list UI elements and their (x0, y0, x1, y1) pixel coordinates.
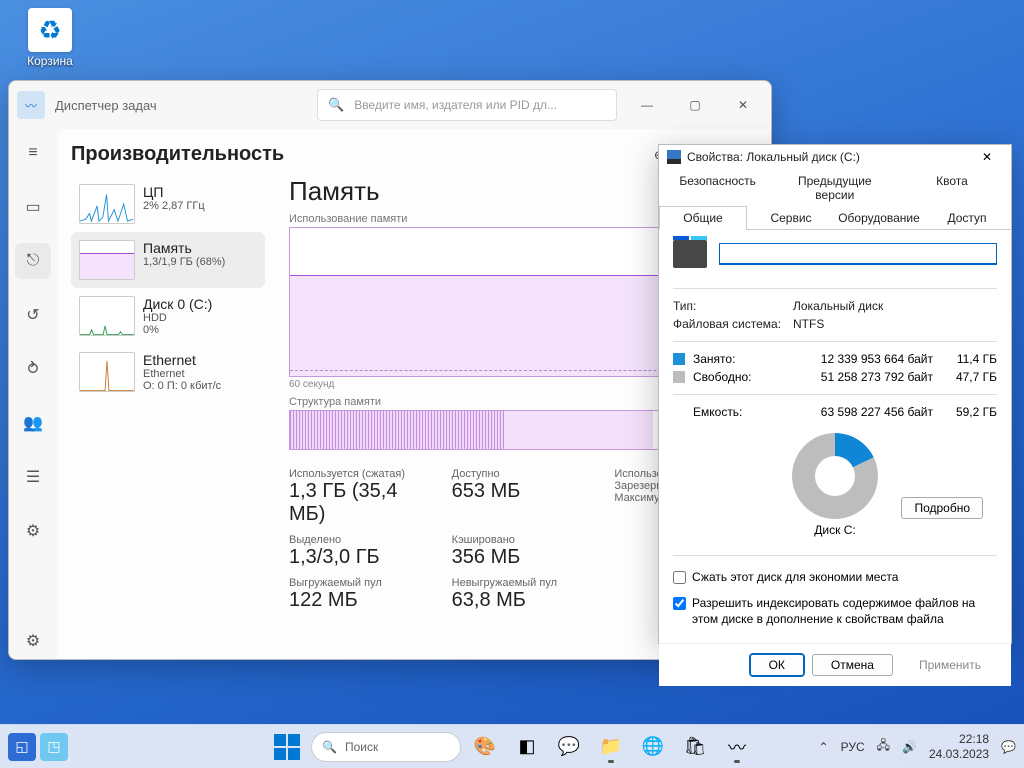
task-view-icon[interactable]: ◧ (509, 729, 545, 765)
ok-button[interactable]: ОК (750, 654, 804, 676)
stat-paged: 122 МБ (289, 589, 432, 612)
tab-security[interactable]: Безопасность (659, 169, 776, 207)
volume-icon[interactable]: 🔊 (902, 740, 917, 754)
network-icon[interactable]: 🖧 (877, 736, 890, 757)
properties-tabs: Безопасность Предыдущие версии Квота Общ… (659, 169, 1011, 230)
task-manager-title: Диспетчер задач (55, 98, 157, 113)
compress-checkbox-row[interactable]: Сжать этот диск для экономии места (673, 569, 997, 585)
used-gb: 11,4 ГБ (941, 352, 997, 366)
tab-general[interactable]: Общие (659, 206, 747, 230)
maximize-button[interactable]: ▢ (675, 89, 715, 121)
widgets-button-2[interactable]: ◳ (40, 733, 68, 761)
pie-label: Диск C: (673, 523, 997, 537)
free-gb: 47,7 ГБ (941, 370, 997, 384)
tab-tools[interactable]: Сервис (747, 206, 835, 230)
page-title: Производительность (71, 143, 284, 166)
drive-icon (667, 150, 681, 164)
recycle-bin-label: Корзина (18, 54, 82, 68)
drive-filesystem: NTFS (793, 317, 824, 331)
taskbar: ◱ ◳ 🔍Поиск 🎨 ◧ 💬 📁 🌐 🛍 〰 ⌃ РУС 🖧 🔊 22:18… (0, 724, 1024, 768)
disk-usage-pie (792, 433, 878, 519)
free-color-swatch (673, 371, 685, 383)
clock[interactable]: 22:18 24.03.2023 (929, 732, 989, 761)
properties-close-button[interactable]: ✕ (971, 145, 1003, 169)
perf-item-disk[interactable]: Диск 0 (C:)HDD0% (71, 288, 265, 344)
settings-icon[interactable]: ⚙ (15, 623, 51, 659)
performance-list: ЦП2% 2,87 ГГц Память1,3/1,9 ГБ (68%) Дис… (71, 176, 271, 659)
search-placeholder: Введите имя, издателя или PID дл... (354, 98, 557, 112)
capacity-gb: 59,2 ГБ (941, 405, 997, 419)
taskmgr-taskbar-icon[interactable]: 〰 (719, 729, 755, 765)
tab-quota[interactable]: Квота (893, 169, 1010, 207)
recycle-bin[interactable]: ♻ Корзина (18, 8, 82, 68)
explorer-icon[interactable]: 📁 (593, 729, 629, 765)
stat-cached: 356 МБ (452, 546, 595, 569)
drive-large-icon (673, 240, 707, 268)
capacity-bytes: 63 598 227 456 байт (781, 405, 933, 419)
index-checkbox-row[interactable]: Разрешить индексировать содержимое файло… (673, 595, 997, 627)
startup-icon[interactable]: ⥁ (15, 351, 51, 387)
task-manager-titlebar: 〰 Диспетчер задач 🔍 Введите имя, издател… (9, 81, 771, 129)
minimize-button[interactable]: — (627, 89, 667, 121)
app-history-icon[interactable]: ↺ (15, 297, 51, 333)
store-icon[interactable]: 🛍 (677, 729, 713, 765)
notifications-icon[interactable]: 💬 (1001, 740, 1016, 754)
hamburger-icon[interactable]: ≡ (15, 135, 51, 171)
taskbar-search[interactable]: 🔍Поиск (311, 732, 461, 762)
disk-properties-window: Свойства: Локальный диск (C:) ✕ Безопасн… (658, 144, 1012, 644)
search-icon: 🔍 (328, 97, 344, 113)
tab-sharing[interactable]: Доступ (923, 206, 1011, 230)
free-bytes: 51 258 273 792 байт (781, 370, 933, 384)
details-button[interactable]: Подробно (901, 497, 983, 519)
stat-nonpaged: 63,8 МБ (452, 589, 595, 612)
processes-icon[interactable]: ▭ (15, 189, 51, 225)
compress-checkbox[interactable] (673, 571, 686, 584)
search-icon: 🔍 (322, 740, 337, 754)
apply-button[interactable]: Применить (901, 654, 999, 676)
details-icon[interactable]: ☰ (15, 459, 51, 495)
task-manager-icon: 〰 (17, 91, 45, 119)
perf-item-cpu[interactable]: ЦП2% 2,87 ГГц (71, 176, 265, 232)
tab-hardware[interactable]: Оборудование (835, 206, 923, 230)
properties-titlebar: Свойства: Локальный диск (C:) ✕ (659, 145, 1011, 169)
drive-label-input[interactable] (719, 243, 997, 265)
services-icon[interactable]: ⚙ (15, 513, 51, 549)
language-indicator[interactable]: РУС (841, 740, 865, 754)
users-icon[interactable]: 👥 (15, 405, 51, 441)
close-button[interactable]: ✕ (723, 89, 763, 121)
cancel-button[interactable]: Отмена (812, 654, 893, 676)
perf-item-memory[interactable]: Память1,3/1,9 ГБ (68%) (71, 232, 265, 288)
copilot-icon[interactable]: 🎨 (467, 729, 503, 765)
used-bytes: 12 339 953 664 байт (781, 352, 933, 366)
drive-type: Локальный диск (793, 299, 883, 313)
tab-previous-versions[interactable]: Предыдущие версии (776, 169, 893, 207)
chat-icon[interactable]: 💬 (551, 729, 587, 765)
perf-item-ethernet[interactable]: EthernetEthernetО: 0 П: 0 кбит/с (71, 344, 265, 400)
properties-title: Свойства: Локальный диск (C:) (687, 150, 860, 164)
tray-chevron-icon[interactable]: ⌃ (819, 740, 829, 754)
start-button[interactable] (269, 729, 305, 765)
task-manager-search[interactable]: 🔍 Введите имя, издателя или PID дл... (317, 89, 617, 121)
stat-committed: 1,3/3,0 ГБ (289, 546, 432, 569)
used-color-swatch (673, 353, 685, 365)
widgets-button[interactable]: ◱ (8, 733, 36, 761)
stat-inuse: 1,3 ГБ (35,4 МБ) (289, 480, 432, 526)
edge-icon[interactable]: 🌐 (635, 729, 671, 765)
index-checkbox[interactable] (673, 597, 686, 610)
performance-icon[interactable]: ⎋ (15, 243, 51, 279)
recycle-bin-icon: ♻ (28, 8, 72, 52)
task-manager-nav-rail: ≡ ▭ ⎋ ↺ ⥁ 👥 ☰ ⚙ ⚙ (9, 129, 57, 659)
stat-available: 653 МБ (452, 480, 595, 503)
